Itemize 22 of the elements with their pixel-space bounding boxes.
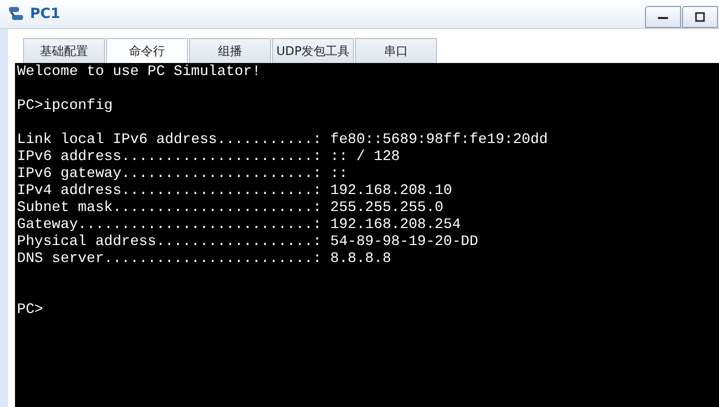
window-title: PC1 bbox=[30, 6, 60, 22]
tab[interactable]: 组播 bbox=[189, 38, 271, 63]
terminal-line: Gateway...........................: 192.168.208.254 bbox=[17, 217, 462, 234]
maximize-button[interactable] bbox=[682, 6, 718, 28]
minimize-icon bbox=[658, 16, 668, 18]
terminal-line: IPv6 address......................: :: / 128 bbox=[17, 149, 401, 166]
minimize-button[interactable] bbox=[645, 6, 681, 28]
terminal-line: IPv4 address......................: 192.168.208.10 bbox=[17, 183, 454, 200]
tab[interactable]: UDP发包工具 bbox=[272, 38, 354, 63]
terminal-line: Physical address..................: 54-89-98-19-20-DD bbox=[17, 234, 480, 251]
tab[interactable]: 命令行 bbox=[106, 38, 188, 63]
terminal-line: Welcome to use PC Simulator! bbox=[17, 64, 262, 81]
terminal-line: PC>ipconfig bbox=[17, 98, 114, 115]
network-device-icon bbox=[6, 5, 26, 23]
terminal-line: IPv6 gateway......................: :: bbox=[17, 166, 349, 183]
terminal-line: Link local IPv6 address...........: fe80::5689:98ff:fe19:20dd bbox=[17, 132, 549, 149]
terminal-line: DNS server........................: 8.8.8.8 bbox=[17, 251, 392, 268]
tab[interactable]: 串口 bbox=[355, 38, 437, 63]
terminal-line: Subnet mask.......................: 255.255.255.0 bbox=[17, 200, 444, 217]
terminal-line: PC> bbox=[17, 302, 44, 319]
tab[interactable]: 基础配置 bbox=[23, 38, 105, 63]
maximize-icon bbox=[695, 12, 705, 22]
